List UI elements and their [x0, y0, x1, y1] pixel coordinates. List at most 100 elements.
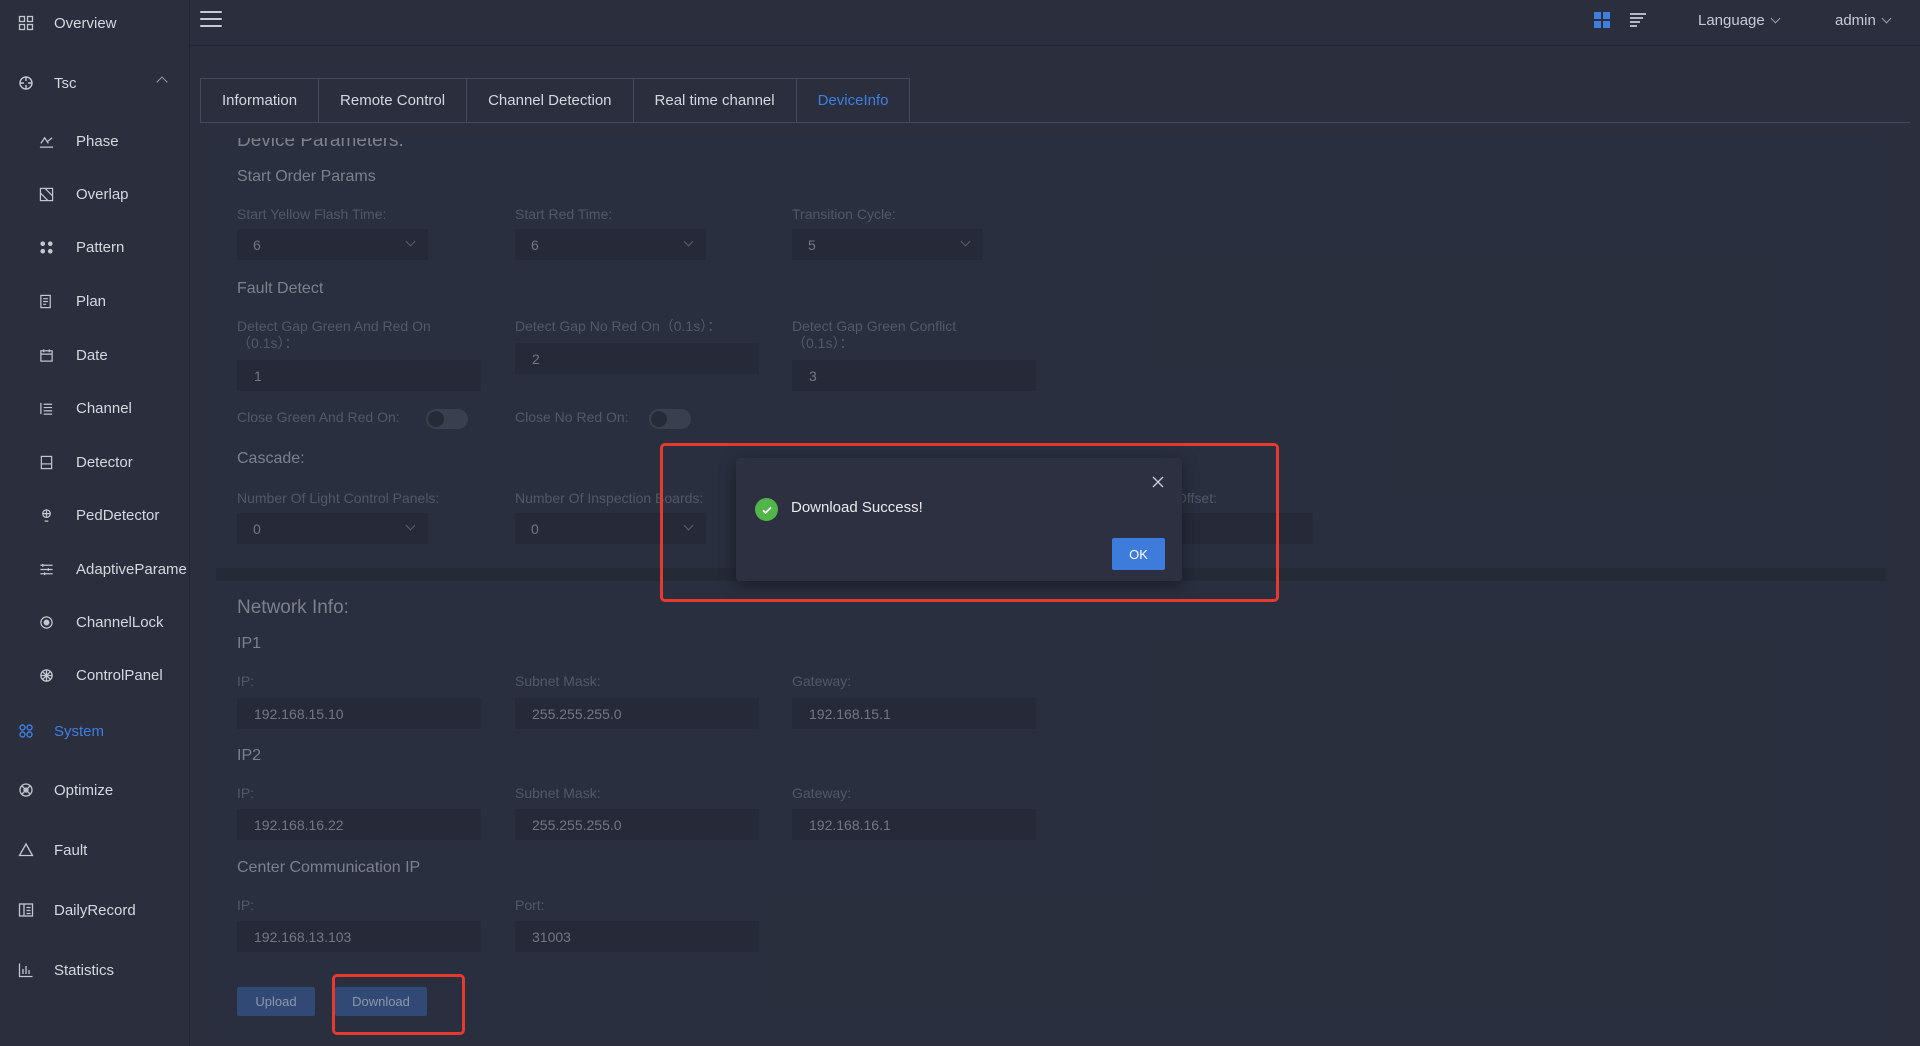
center-ip-input[interactable]: 192.168.13.103 — [237, 921, 481, 952]
pattern-icon — [39, 240, 54, 255]
transition-select[interactable]: 5 — [792, 229, 983, 260]
ip2-mask-label: Subnet Mask: — [515, 785, 601, 801]
ip2-gw-input[interactable]: 192.168.16.1 — [792, 809, 1036, 840]
tab-deviceinfo[interactable]: DeviceInfo — [795, 78, 911, 123]
ip1-ip-input[interactable]: 192.168.15.10 — [237, 698, 481, 729]
sidebar-item-phase[interactable]: Phase — [0, 121, 189, 161]
user-dropdown[interactable]: admin — [1835, 12, 1892, 29]
sidebar-item-label: Fault — [54, 841, 88, 859]
light-panels-select[interactable]: 0 — [237, 513, 428, 544]
ip1-gw-input[interactable]: 192.168.15.1 — [792, 698, 1036, 729]
upload-button[interactable]: Upload — [237, 987, 315, 1016]
start-order-title: Start Order Params — [237, 168, 376, 185]
grid-view-icon[interactable] — [1593, 11, 1611, 29]
phase-icon — [39, 134, 54, 149]
transition-label: Transition Cycle: — [792, 206, 896, 222]
center-port-input[interactable]: 31003 — [515, 921, 759, 952]
sidebar-item-label: Detector — [76, 453, 133, 471]
ip2-ip-input[interactable]: 192.168.16.22 — [237, 809, 481, 840]
yellow-flash-label: Start Yellow Flash Time: — [237, 206, 387, 222]
pedestrian-icon — [39, 508, 54, 523]
ip1-mask-input[interactable]: 255.255.255.0 — [515, 698, 759, 729]
gap-conflict-label: Detect Gap Green Conflict （0.1s）： — [792, 318, 957, 351]
select-value: 0 — [531, 520, 539, 537]
chevron-down-icon — [683, 236, 694, 247]
yellow-flash-select[interactable]: 6 — [237, 229, 428, 260]
sidebar-item-tsc[interactable]: Tsc — [0, 63, 189, 103]
sidebar-item-plan[interactable]: Plan — [0, 281, 189, 321]
sidebar-item-label: ControlPanel — [76, 666, 163, 684]
language-dropdown[interactable]: Language — [1698, 12, 1781, 29]
user-name: admin — [1835, 12, 1876, 29]
red-time-select[interactable]: 6 — [515, 229, 706, 260]
sidebar-item-label: Tsc — [54, 74, 77, 92]
sidebar-item-label: DailyRecord — [54, 901, 136, 919]
center-ip-title: Center Communication IP — [237, 859, 421, 876]
sidebar-item-adaptiveparame[interactable]: AdaptiveParame — [0, 549, 189, 589]
sliders-icon — [39, 562, 54, 577]
download-button[interactable]: Download — [335, 987, 427, 1016]
red-time-label: Start Red Time: — [515, 206, 613, 222]
close-icon[interactable] — [1150, 474, 1166, 490]
select-value: 6 — [531, 236, 539, 253]
sidebar-item-label: System — [54, 722, 105, 740]
ip1-mask-label: Subnet Mask: — [515, 673, 601, 689]
tab-remote-control[interactable]: Remote Control — [318, 78, 467, 123]
ok-button[interactable]: OK — [1112, 538, 1165, 570]
chevron-down-icon — [1881, 13, 1892, 24]
gap-green-red-label: Detect Gap Green And Red On （0.1s）： — [237, 318, 431, 351]
chevron-down-icon — [405, 236, 416, 247]
tab-real-time-channel[interactable]: Real time channel — [632, 78, 796, 123]
tab-information[interactable]: Information — [200, 78, 319, 123]
system-icon — [18, 723, 34, 739]
close-no-red-label: Close No Red On: — [515, 409, 629, 425]
sidebar-item-label: Date — [76, 346, 108, 364]
ip2-ip-label: IP: — [237, 785, 255, 801]
optimize-icon — [18, 782, 34, 798]
light-panels-label: Number Of Light Control Panels: — [237, 490, 440, 506]
sidebar-item-date[interactable]: Date — [0, 335, 189, 375]
device-params-title: Device Parameters: — [237, 138, 404, 151]
sidebar-item-channel[interactable]: Channel — [0, 388, 189, 428]
dialog-message: Download Success! — [791, 499, 923, 516]
close-no-red-switch[interactable] — [649, 409, 691, 429]
sidebar-item-fault[interactable]: Fault — [0, 830, 189, 870]
close-green-red-switch[interactable] — [426, 409, 468, 429]
sidebar-item-label: Pattern — [76, 238, 125, 256]
sidebar-item-optimize[interactable]: Optimize — [0, 770, 189, 810]
sidebar-item-system[interactable]: System — [0, 711, 189, 751]
sidebar-item-peddetector[interactable]: PedDetector — [0, 495, 189, 535]
sidebar-item-statistics[interactable]: Statistics — [0, 950, 189, 990]
network-title: Network Info: — [237, 597, 349, 618]
sidebar-item-overlap[interactable]: Overlap — [0, 174, 189, 214]
fault-icon — [18, 842, 34, 858]
overlap-icon — [39, 187, 54, 202]
sidebar-item-detector[interactable]: Detector — [0, 442, 189, 482]
gap-green-red-input[interactable]: 1 — [237, 360, 481, 391]
select-value: 0 — [253, 520, 261, 537]
ip2-mask-input[interactable]: 255.255.255.0 — [515, 809, 759, 840]
list-view-icon[interactable] — [1629, 11, 1647, 29]
sidebar-item-label: PedDetector — [76, 506, 160, 524]
tab-divider — [200, 122, 1910, 123]
record-icon — [18, 902, 34, 918]
inspection-boards-label: Number Of Inspection Boards: — [515, 490, 704, 506]
sidebar-item-dailyrecord[interactable]: DailyRecord — [0, 890, 189, 930]
tab-channel-detection[interactable]: Channel Detection — [466, 78, 633, 123]
gap-conflict-input[interactable]: 3 — [792, 360, 1036, 391]
calendar-icon — [39, 348, 54, 363]
menu-toggle-icon[interactable] — [200, 11, 222, 29]
ip2-gw-label: Gateway: — [792, 785, 852, 801]
sidebar-item-label: Channel — [76, 399, 132, 417]
sidebar-item-overview[interactable]: Overview — [0, 3, 189, 43]
sidebar-item-controlpanel[interactable]: ControlPanel — [0, 655, 189, 695]
sidebar-item-pattern[interactable]: Pattern — [0, 227, 189, 267]
gap-no-red-input[interactable]: 2 — [515, 343, 759, 374]
chevron-down-icon — [960, 236, 971, 247]
inspection-boards-select[interactable]: 0 — [515, 513, 706, 544]
ip2-title: IP2 — [237, 747, 262, 764]
ip1-title: IP1 — [237, 635, 262, 652]
sidebar-item-channellock[interactable]: ChannelLock — [0, 602, 189, 642]
list-icon — [39, 401, 54, 416]
fault-detect-title: Fault Detect — [237, 280, 324, 297]
